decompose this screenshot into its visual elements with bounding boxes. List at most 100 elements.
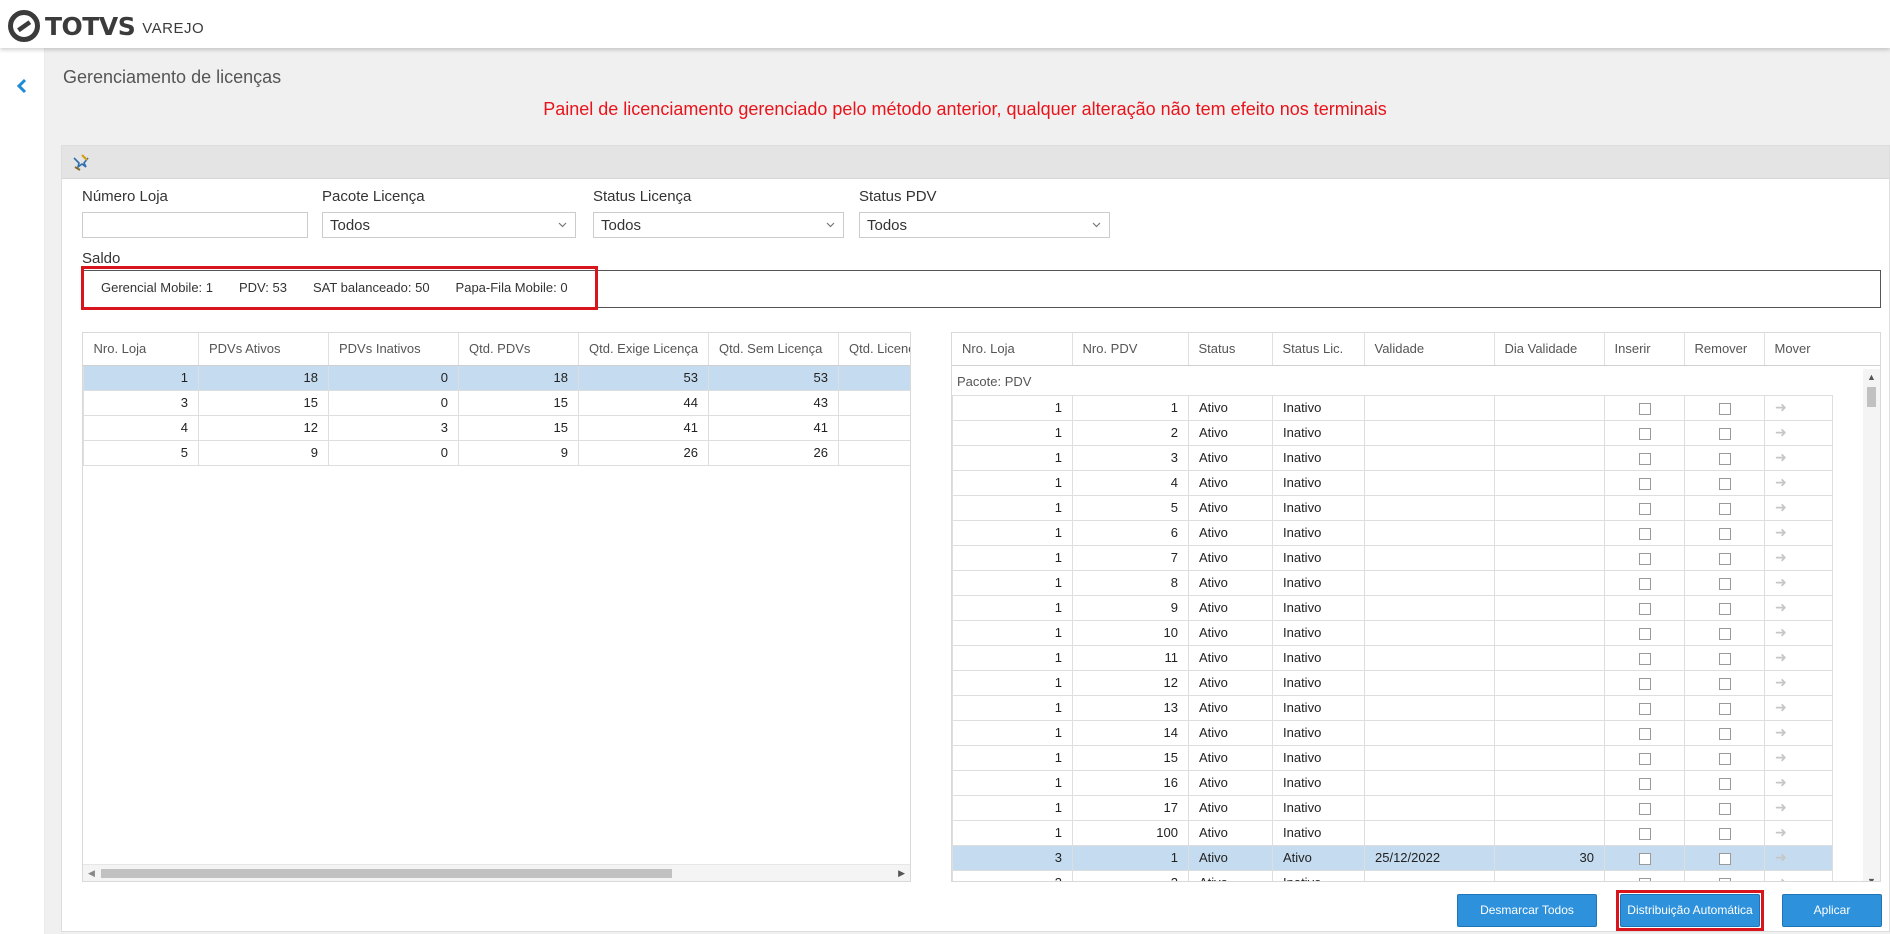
status-pdv-select[interactable]: Todos [859,212,1110,238]
scroll-down-icon[interactable]: ▼ [1867,876,1876,881]
desmarcar-todos-button[interactable]: Desmarcar Todos [1457,894,1597,927]
inserir-checkbox[interactable] [1638,502,1651,515]
arrow-right-icon[interactable]: ➜ [1764,744,1833,771]
table-row[interactable]: 3 1 Ativo Ativo 25/12/2022 30 ➜ [952,844,1833,871]
table-row[interactable]: 1 11 Ativo Inativo ➜ [952,644,1833,671]
pacote-licenca-select[interactable]: Todos [322,212,576,238]
table-row[interactable]: 5 9 0 9 26 26 [83,439,910,466]
inserir-checkbox[interactable] [1638,477,1651,490]
arrow-right-icon[interactable]: ➜ [1764,544,1833,571]
inserir-checkbox[interactable] [1638,802,1651,815]
column-header[interactable]: Qtd. Exige Licença [578,333,709,366]
arrow-right-icon[interactable]: ➜ [1764,869,1833,881]
column-header[interactable]: Nro. Loja [83,333,199,366]
column-header[interactable]: Mover [1764,333,1880,366]
column-header[interactable]: Qtd. Licenças [838,333,910,366]
distribuicao-automatica-button[interactable]: Distribuição Automática [1620,894,1760,927]
remover-checkbox[interactable] [1718,452,1731,465]
scroll-right-icon[interactable]: ▶ [898,868,905,879]
inserir-checkbox[interactable] [1638,752,1651,765]
inserir-checkbox[interactable] [1638,702,1651,715]
arrow-right-icon[interactable]: ➜ [1764,819,1833,846]
inserir-checkbox[interactable] [1638,427,1651,440]
inserir-checkbox[interactable] [1638,652,1651,665]
arrow-right-icon[interactable]: ➜ [1764,519,1833,546]
remover-checkbox[interactable] [1718,702,1731,715]
column-header[interactable]: Status [1188,333,1273,366]
table-row[interactable]: 1 10 Ativo Inativo ➜ [952,619,1833,646]
scroll-thumb[interactable] [1867,387,1876,407]
status-licenca-select[interactable]: Todos [593,212,844,238]
inserir-checkbox[interactable] [1638,577,1651,590]
table-row[interactable]: 1 3 Ativo Inativo ➜ [952,444,1833,471]
inserir-checkbox[interactable] [1638,827,1651,840]
arrow-right-icon[interactable]: ➜ [1764,594,1833,621]
table-row[interactable]: 32AtivoInativo ➜ [952,869,1833,881]
aplicar-button[interactable]: Aplicar [1782,894,1882,927]
remover-checkbox[interactable] [1718,602,1731,615]
remover-checkbox[interactable] [1718,827,1731,840]
table-row[interactable]: 1 5 Ativo Inativo ➜ [952,494,1833,521]
scroll-up-icon[interactable]: ▲ [1867,372,1876,382]
remover-checkbox[interactable] [1718,552,1731,565]
arrow-right-icon[interactable]: ➜ [1764,494,1833,521]
arrow-right-icon[interactable]: ➜ [1764,569,1833,596]
arrow-right-icon[interactable]: ➜ [1764,419,1833,446]
remover-checkbox[interactable] [1718,877,1731,881]
clear-filter-icon[interactable] [72,154,90,172]
column-header[interactable]: PDVs Inativos [328,333,459,366]
arrow-right-icon[interactable]: ➜ [1764,719,1833,746]
inserir-checkbox[interactable] [1638,852,1651,865]
remover-checkbox[interactable] [1718,502,1731,515]
remover-checkbox[interactable] [1718,427,1731,440]
chevron-left-icon[interactable] [12,76,32,96]
arrow-right-icon[interactable]: ➜ [1764,444,1833,471]
inserir-checkbox[interactable] [1638,727,1651,740]
remover-checkbox[interactable] [1718,727,1731,740]
inserir-checkbox[interactable] [1638,602,1651,615]
remover-checkbox[interactable] [1718,677,1731,690]
remover-checkbox[interactable] [1718,802,1731,815]
table-row[interactable]: 1 8 Ativo Inativo ➜ [952,569,1833,596]
remover-checkbox[interactable] [1718,777,1731,790]
table-row[interactable]: 1 16 Ativo Inativo ➜ [952,769,1833,796]
column-header[interactable]: Dia Validade [1494,333,1605,366]
column-header[interactable]: Inserir [1604,333,1685,366]
table-row[interactable]: 1 9 Ativo Inativo ➜ [952,594,1833,621]
table-row[interactable]: 1 7 Ativo Inativo ➜ [952,544,1833,571]
table-row[interactable]: 4 12 3 15 41 41 [83,414,910,441]
table-row[interactable]: 1 12 Ativo Inativo ➜ [952,669,1833,696]
arrow-right-icon[interactable]: ➜ [1764,394,1833,421]
table-row[interactable]: 1 17 Ativo Inativo ➜ [952,794,1833,821]
table-row[interactable]: 1 15 Ativo Inativo ➜ [952,744,1833,771]
scroll-left-icon[interactable]: ◀ [88,868,95,879]
remover-checkbox[interactable] [1718,752,1731,765]
table-row[interactable]: 1 1 Ativo Inativo ➜ [952,394,1833,421]
table-row[interactable]: 1 14 Ativo Inativo ➜ [952,719,1833,746]
column-header[interactable]: Qtd. PDVs [458,333,579,366]
inserir-checkbox[interactable] [1638,452,1651,465]
arrow-right-icon[interactable]: ➜ [1764,694,1833,721]
table-row[interactable]: 1 4 Ativo Inativo ➜ [952,469,1833,496]
table-row[interactable]: 1 100 Ativo Inativo ➜ [952,819,1833,846]
column-header[interactable]: PDVs Ativos [198,333,329,366]
inserir-checkbox[interactable] [1638,552,1651,565]
column-header[interactable]: Validade [1364,333,1495,366]
column-header[interactable]: Remover [1684,333,1765,366]
column-header[interactable]: Status Lic. [1272,333,1365,366]
numero-loja-input[interactable] [82,212,308,238]
scroll-thumb[interactable] [101,869,672,878]
arrow-right-icon[interactable]: ➜ [1764,619,1833,646]
remover-checkbox[interactable] [1718,402,1731,415]
inserir-checkbox[interactable] [1638,877,1651,881]
inserir-checkbox[interactable] [1638,627,1651,640]
arrow-right-icon[interactable]: ➜ [1764,469,1833,496]
column-header[interactable]: Nro. Loja [952,333,1073,366]
remover-checkbox[interactable] [1718,577,1731,590]
remover-checkbox[interactable] [1718,527,1731,540]
remover-checkbox[interactable] [1718,477,1731,490]
arrow-right-icon[interactable]: ➜ [1764,644,1833,671]
inserir-checkbox[interactable] [1638,677,1651,690]
table-row[interactable]: 1 2 Ativo Inativo ➜ [952,419,1833,446]
inserir-checkbox[interactable] [1638,402,1651,415]
